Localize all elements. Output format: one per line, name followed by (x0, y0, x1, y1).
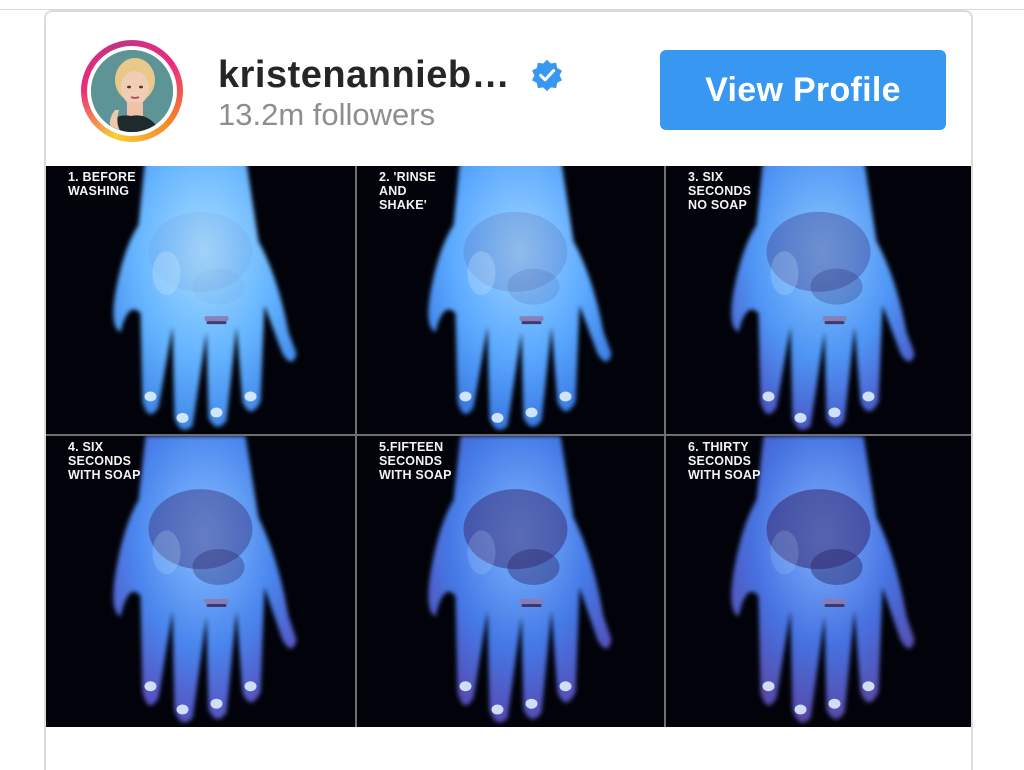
panel-caption: 3. SIX SECONDS NO SOAP (688, 170, 752, 212)
avatar-portrait-icon (91, 50, 173, 132)
photo-panel: 1. BEFORE WASHING (46, 166, 355, 434)
panel-caption: 1. BEFORE WASHING (68, 170, 136, 198)
photo-panel: 4. SIX SECONDS WITH SOAP (46, 436, 355, 727)
panel-divider (664, 166, 666, 727)
instagram-embed-card: kristenannieb… 13.2m followers View Prof… (44, 10, 973, 770)
panel-caption: 5.FIFTEEN SECONDS WITH SOAP (379, 440, 452, 482)
avatar-story-ring[interactable] (81, 40, 183, 142)
panel-caption: 4. SIX SECONDS WITH SOAP (68, 440, 141, 482)
panel-caption: 6. THIRTY SECONDS WITH SOAP (688, 440, 761, 482)
photo-panel: 5.FIFTEEN SECONDS WITH SOAP (357, 436, 664, 727)
username[interactable]: kristenannieb… (218, 54, 510, 97)
profile-header: kristenannieb… 13.2m followers View Prof… (46, 12, 971, 164)
verified-badge-icon (532, 59, 563, 92)
username-row: kristenannieb… (218, 50, 564, 100)
panel-divider (46, 434, 971, 436)
post-image-handwashing-grid[interactable]: 1. BEFORE WASHING 2. 'RINSE AND SHAKE' 3… (46, 166, 971, 727)
photo-panel: 2. 'RINSE AND SHAKE' (357, 166, 664, 434)
panel-divider (355, 166, 357, 727)
follower-count: 13.2m followers (218, 97, 436, 132)
panel-caption: 2. 'RINSE AND SHAKE' (379, 170, 436, 212)
photo-panel: 6. THIRTY SECONDS WITH SOAP (666, 436, 971, 727)
photo-panel: 3. SIX SECONDS NO SOAP (666, 166, 971, 434)
view-profile-button[interactable]: View Profile (660, 50, 946, 130)
avatar[interactable] (91, 50, 173, 132)
uv-hand-image (113, 166, 297, 430)
